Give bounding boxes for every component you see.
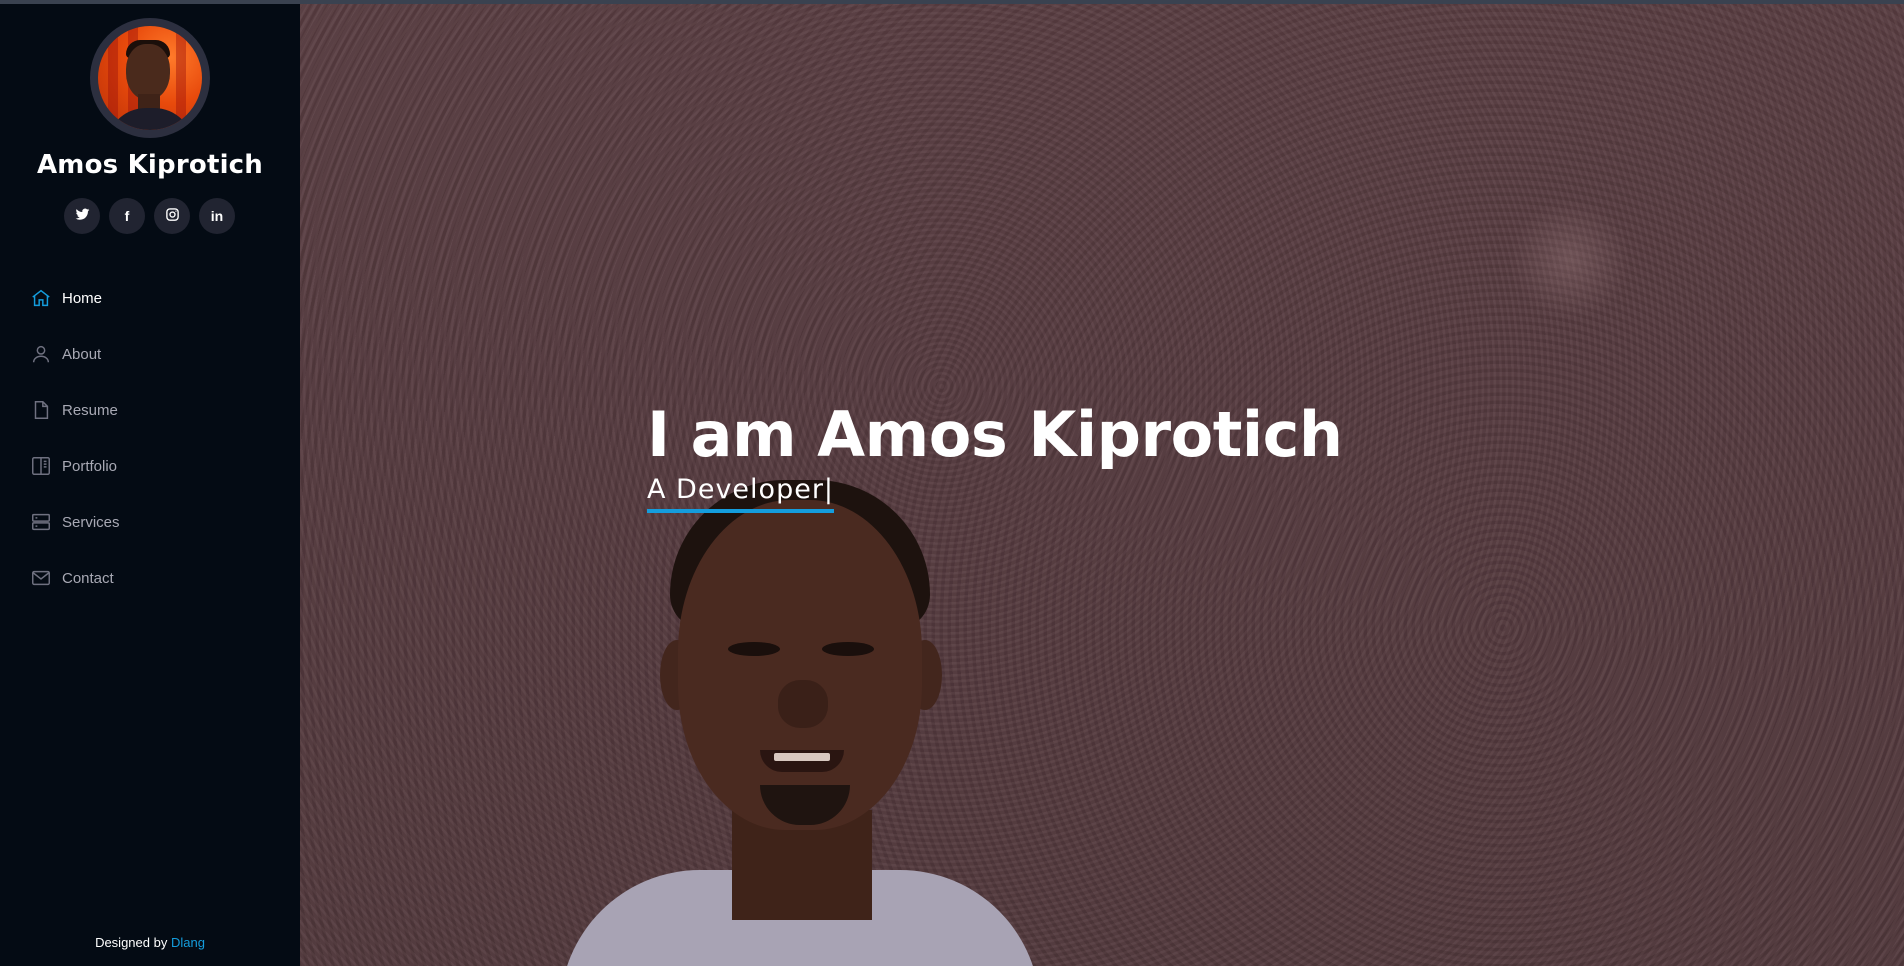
instagram-link[interactable] — [154, 198, 190, 234]
linkedin-icon: in — [210, 208, 224, 224]
twitter-link[interactable] — [64, 198, 100, 234]
hero-typed-subtitle: A Developer| — [647, 474, 835, 513]
nav-item-home[interactable]: Home — [30, 270, 270, 326]
footer-prefix: Designed by — [95, 935, 168, 950]
nav-label-home: Home — [62, 289, 103, 307]
window-top-strip — [0, 0, 1904, 4]
facebook-link[interactable]: f — [109, 198, 145, 234]
linkedin-link[interactable]: in — [199, 198, 235, 234]
home-icon — [30, 287, 52, 309]
hero-text: I am Amos Kiprotich A Developer| — [647, 398, 1343, 513]
footer-credits: Designed by Dlang — [0, 935, 300, 950]
nav-item-portfolio[interactable]: Portfolio — [30, 438, 270, 494]
facebook-icon: f — [124, 208, 130, 224]
nav-label-resume: Resume — [62, 401, 118, 419]
nav-label-contact: Contact — [62, 569, 114, 587]
nav-item-resume[interactable]: Resume — [30, 382, 270, 438]
book-icon — [30, 455, 52, 477]
nav-item-contact[interactable]: Contact — [30, 550, 270, 606]
instagram-icon — [165, 207, 180, 225]
nav-item-about[interactable]: About — [30, 326, 270, 382]
avatar — [90, 18, 210, 138]
nav-label-portfolio: Portfolio — [62, 457, 118, 475]
social-links: f in — [64, 198, 235, 234]
person-icon — [30, 343, 52, 365]
server-icon — [30, 511, 52, 533]
nav-label-about: About — [62, 345, 102, 363]
main-nav: Home About Resume Portfolio Services Con… — [30, 270, 270, 606]
profile-name: Amos Kiprotich — [36, 150, 264, 180]
sidebar: Amos Kiprotich f in Home About Resume Po… — [0, 0, 300, 966]
envelope-icon — [30, 567, 52, 589]
hero-section: I am Amos Kiprotich A Developer| — [300, 0, 1904, 966]
footer-author-link[interactable]: Dlang — [171, 935, 205, 950]
hero-title: I am Amos Kiprotich — [647, 398, 1343, 471]
hero-photo — [560, 470, 1040, 966]
nav-item-services[interactable]: Services — [30, 494, 270, 550]
twitter-icon — [75, 207, 90, 225]
profile-photo — [98, 26, 202, 130]
file-icon — [30, 399, 52, 421]
nav-label-services: Services — [62, 513, 120, 531]
